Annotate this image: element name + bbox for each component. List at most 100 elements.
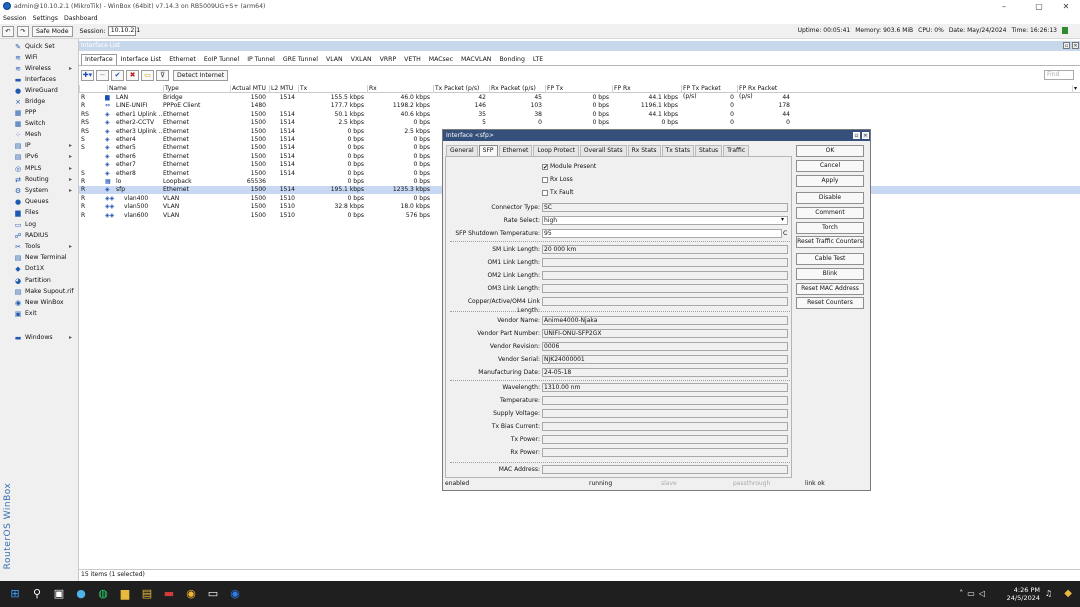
sidebar-item-routing[interactable]: ⇄ Routing ▸	[0, 174, 78, 185]
checkbox-tx-fault[interactable]: Tx Fault	[542, 188, 574, 197]
menu-settings[interactable]: Settings	[33, 15, 58, 22]
cancel-button[interactable]: Cancel	[796, 160, 864, 172]
menu-dashboard[interactable]: Dashboard	[64, 15, 98, 22]
tx-power-field[interactable]	[542, 435, 788, 444]
column-header-rxp[interactable]: Rx Packet (p/s)	[489, 85, 544, 93]
vendor-part-number-field[interactable]: UNIFI-ONU-SFP2GX	[542, 329, 788, 338]
temperature-field[interactable]	[542, 396, 788, 405]
sidebar-item-quick-set[interactable]: ✎ Quick Set	[0, 41, 78, 52]
reset-traffic-counters-button[interactable]: Reset Traffic Counters	[796, 236, 864, 248]
checkbox-rx-loss[interactable]: Rx Loss	[542, 175, 573, 184]
rx-power-field[interactable]	[542, 448, 788, 457]
checkbox-module-present[interactable]: ✔ Module Present	[542, 162, 596, 171]
column-header-tx[interactable]: Tx	[298, 85, 366, 93]
dialog-tab-general[interactable]: General	[446, 145, 478, 156]
dialog-tab-ethernet[interactable]: Ethernet	[498, 145, 533, 156]
display-icon[interactable]: ▭	[967, 589, 975, 598]
detect-internet-button[interactable]: Detect Internet	[173, 69, 229, 81]
cable-test-button[interactable]: Cable Test	[796, 253, 864, 265]
checkbox-box[interactable]	[542, 189, 548, 196]
column-header-rx[interactable]: Rx	[367, 85, 432, 93]
column-header-txp[interactable]: Tx Packet (p/s)	[433, 85, 488, 93]
sidebar-item-new-terminal[interactable]: ▤ New Terminal	[0, 252, 78, 263]
table-row[interactable]: R ▆ LAN Bridge 1500 1514 155.5 kbps 46.0 kbps 42…	[79, 94, 1080, 102]
sidebar-item-radius[interactable]: ☍ RADIUS	[0, 230, 78, 241]
dialog-tab-rx-stats[interactable]: Rx Stats	[627, 145, 661, 156]
sidebar-item-tools[interactable]: ✂ Tools ▸	[0, 241, 78, 252]
comment-button[interactable]: Comment	[796, 207, 864, 219]
whatsapp-icon[interactable]: ◍	[96, 587, 110, 601]
window-restore-icon[interactable]: ▫	[1063, 42, 1070, 49]
column-header-fprxp[interactable]: FP Rx Packet (p/s)	[737, 85, 792, 100]
tab-vlan[interactable]: VLAN	[322, 54, 347, 65]
om1-link-length-field[interactable]	[542, 258, 788, 267]
manufacturing-date-field[interactable]: 24-05-18	[542, 368, 788, 377]
close-icon[interactable]: ✕	[1052, 0, 1080, 13]
maximize-icon[interactable]: ▢	[1025, 0, 1053, 13]
column-header-fptx[interactable]: FP Tx	[545, 85, 611, 93]
tab-macsec[interactable]: MACsec	[425, 54, 457, 65]
sidebar-item-wireless[interactable]: ≋ Wireless ▸	[0, 63, 78, 74]
sidebar-item-wifi[interactable]: ≋ WiFi	[0, 52, 78, 63]
wavelength-field[interactable]: 1310.00 nm	[542, 383, 788, 392]
add-icon[interactable]: ✚▾	[81, 69, 94, 81]
tab-lte[interactable]: LTE	[529, 54, 547, 65]
reset-mac-address-button[interactable]: Reset MAC Address	[796, 283, 864, 295]
tx-bias-current-field[interactable]	[542, 422, 788, 431]
tab-ip-tunnel[interactable]: IP Tunnel	[243, 54, 279, 65]
reset-counters-button[interactable]: Reset Counters	[796, 297, 864, 309]
sidebar-item-system[interactable]: ⚙ System ▸	[0, 185, 78, 196]
start-icon[interactable]: ⊞	[8, 587, 22, 601]
dialog-tab-sfp[interactable]: SFP	[478, 145, 498, 156]
vendor-revision-field[interactable]: 0006	[542, 342, 788, 351]
column-header-fprx[interactable]: FP Rx	[612, 85, 680, 93]
tab-gre-tunnel[interactable]: GRE Tunnel	[279, 54, 322, 65]
remove-icon[interactable]: −	[96, 69, 109, 81]
sidebar-item-mesh[interactable]: ⁘ Mesh	[0, 129, 78, 140]
column-header-type[interactable]: Type	[163, 85, 229, 93]
sidebar-item-bridge[interactable]: ⨯ Bridge	[0, 96, 78, 107]
widgets-icon[interactable]: ◆	[1064, 588, 1072, 599]
tab-ethernet[interactable]: Ethernet	[165, 54, 200, 65]
sidebar-item-ipv6[interactable]: ▤ IPv6 ▸	[0, 151, 78, 162]
dialog-close-icon[interactable]: ✕	[862, 132, 869, 139]
tray-chevron-icon[interactable]: ˄	[959, 589, 963, 598]
sidebar-item-ip[interactable]: ▤ IP ▸	[0, 140, 78, 151]
connector-type-field[interactable]: SC	[542, 203, 788, 212]
checkbox-box[interactable]	[542, 176, 548, 183]
sidebar-item-mpls[interactable]: ◎ MPLS ▸	[0, 163, 78, 174]
disable-button[interactable]: Disable	[796, 192, 864, 204]
sidebar-item-exit[interactable]: ▣ Exit	[0, 308, 78, 319]
sidebar-item-new-winbox[interactable]: ◉ New WinBox	[0, 297, 78, 308]
notification-bell-icon[interactable]: ♫	[1045, 589, 1052, 598]
tab-macvlan[interactable]: MACVLAN	[457, 54, 495, 65]
taskbar-clock[interactable]: 4:26 PM 24/5/2024	[1007, 586, 1040, 602]
supply-voltage-field[interactable]	[542, 409, 788, 418]
table-row[interactable]: R ⇔ LINE-UNIFI PPPoE Client 1480 177.7 kbps 11…	[79, 102, 1080, 110]
dialog-restore-icon[interactable]: ▫	[853, 132, 860, 139]
tab-vrrp[interactable]: VRRP	[376, 54, 401, 65]
sidebar-item-windows[interactable]: ▬ Windows ▸	[0, 332, 78, 343]
rate-select-field[interactable]: high	[542, 216, 788, 225]
tab-veth[interactable]: VETH	[400, 54, 425, 65]
apply-button[interactable]: Apply	[796, 175, 864, 187]
sfp-shutdown-temperature-field[interactable]: 95	[542, 229, 782, 238]
table-row[interactable]: RS ◈ ether1 Uplink ... Ethernet 1500 1514 50.1…	[79, 111, 1080, 119]
task-view-icon[interactable]: ▣	[52, 587, 66, 601]
dialog-tab-traffic[interactable]: Traffic	[723, 145, 750, 156]
checkbox-box[interactable]: ✔	[542, 163, 548, 170]
sidebar-item-files[interactable]: ▆ Files	[0, 207, 78, 218]
column-header-mtu[interactable]: Actual MTU	[230, 85, 268, 93]
sidebar-item-switch[interactable]: ▦ Switch	[0, 118, 78, 129]
dropdown-arrow-icon[interactable]: ▾	[781, 216, 784, 223]
ok-button[interactable]: OK	[796, 145, 864, 157]
winbox-task-icon[interactable]: ◉	[228, 587, 242, 601]
disable-icon[interactable]: ✖	[126, 69, 139, 81]
menu-session[interactable]: Session	[3, 15, 27, 22]
dialog-tab-tx-stats[interactable]: Tx Stats	[661, 145, 694, 156]
dialog-tab-loop-protect[interactable]: Loop Protect	[533, 145, 579, 156]
session-field[interactable]: 10.10.2.1	[107, 26, 140, 36]
sidebar-item-queues[interactable]: ● Queues	[0, 196, 78, 207]
enable-icon[interactable]: ✔	[111, 69, 124, 81]
dialog-tab-status[interactable]: Status	[695, 145, 723, 156]
